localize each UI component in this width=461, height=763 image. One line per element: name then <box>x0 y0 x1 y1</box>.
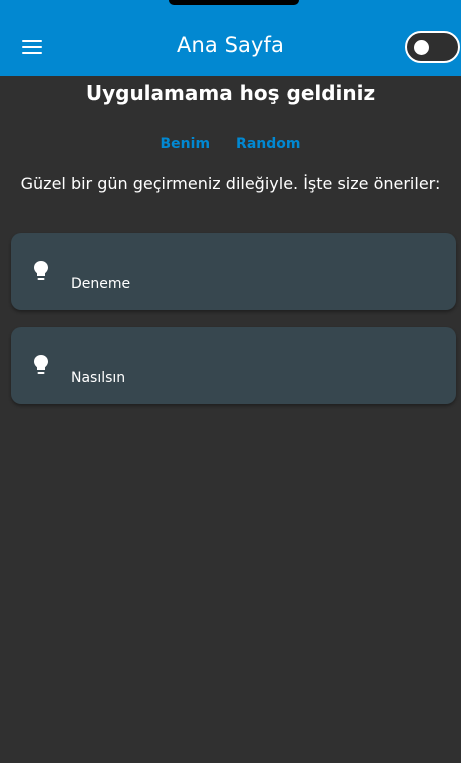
tab-bar: Benim Random <box>0 136 461 152</box>
app-screen: Ana Sayfa Uygulamama hoş geldiniz Benim … <box>0 0 461 763</box>
suggestion-card[interactable]: Deneme <box>11 233 456 310</box>
lightbulb-icon <box>34 261 48 280</box>
device-notch <box>169 0 299 5</box>
suggestion-label: Deneme <box>71 276 131 292</box>
suggestion-label: Nasılsın <box>71 370 126 386</box>
welcome-heading: Uygulamama hoş geldiniz <box>85 81 376 105</box>
app-title: Ana Sayfa <box>176 33 284 57</box>
toggle-knob <box>414 40 429 55</box>
tab-random[interactable]: Random <box>236 136 300 152</box>
tab-benim[interactable]: Benim <box>161 136 211 152</box>
theme-toggle[interactable] <box>405 31 460 63</box>
app-bar: Ana Sayfa <box>0 0 461 76</box>
suggestion-card[interactable]: Nasılsın <box>11 327 456 404</box>
subtitle-text: Güzel bir gün geçirmeniz dileğiyle. İşte… <box>20 174 441 193</box>
lightbulb-icon <box>34 355 48 374</box>
